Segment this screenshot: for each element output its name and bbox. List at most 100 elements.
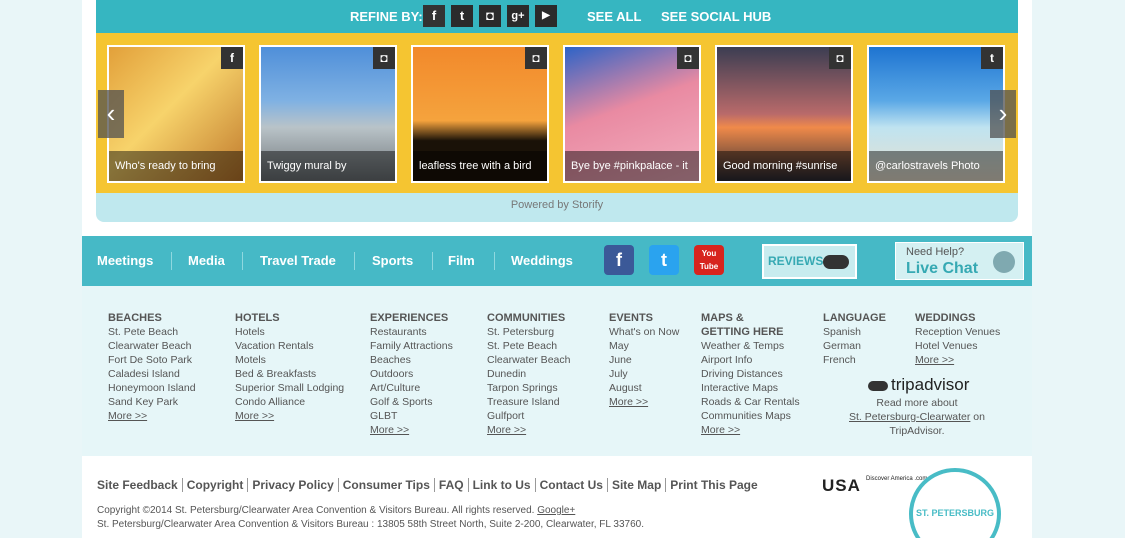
sitemap-link[interactable]: Honeymoon Island [108, 381, 196, 395]
tripadvisor-link[interactable]: St. Petersburg-Clearwater [849, 411, 970, 423]
more-link[interactable]: More >> [235, 409, 344, 423]
sitemap-link[interactable]: Superior Small Lodging [235, 381, 344, 395]
sitemap-link[interactable]: Treasure Island [487, 395, 570, 409]
sitemap-link[interactable]: Motels [235, 353, 344, 367]
sitemap-link[interactable]: Art/Culture [370, 381, 453, 395]
footer-sitemap: BEACHES St. Pete Beach Clearwater Beach … [82, 286, 1032, 456]
sitemap-link[interactable]: Caladesi Island [108, 367, 196, 381]
sitemap-link[interactable]: Airport Info [701, 353, 800, 367]
sitemap-link[interactable]: Communities Maps [701, 409, 800, 423]
more-link[interactable]: More >> [609, 395, 679, 409]
footer-link-print-page[interactable]: Print This Page [666, 478, 761, 492]
nav-weddings[interactable]: Weddings [511, 253, 573, 268]
tripadvisor-logo[interactable]: tripadvisor [868, 375, 969, 395]
nav-travel-trade[interactable]: Travel Trade [260, 253, 336, 268]
column-title: MAPS & [701, 312, 744, 324]
footer-link-consumer-tips[interactable]: Consumer Tips [339, 478, 435, 492]
nav-film[interactable]: Film [448, 253, 475, 268]
sitemap-link[interactable]: Restaurants [370, 325, 453, 339]
sitemap-link[interactable]: Family Attractions [370, 339, 453, 353]
instagram-icon: ◘ [677, 47, 699, 69]
footer-link-link-to-us[interactable]: Link to Us [469, 478, 536, 492]
sitemap-column-beaches: BEACHES St. Pete Beach Clearwater Beach … [108, 311, 196, 423]
story-card[interactable]: Good morning #sunrise ◘ [715, 45, 853, 183]
sitemap-link[interactable]: Spanish [823, 325, 886, 339]
sitemap-link[interactable]: Hotels [235, 325, 344, 339]
more-link[interactable]: More >> [370, 423, 453, 437]
more-link[interactable]: More >> [108, 409, 196, 423]
story-card[interactable]: Bye bye #pinkpalace - it ◘ [563, 45, 701, 183]
sitemap-link[interactable]: Beaches [370, 353, 453, 367]
story-caption: Who's ready to bring [109, 151, 243, 181]
more-link[interactable]: More >> [915, 353, 1000, 367]
nav-sports[interactable]: Sports [372, 253, 413, 268]
discover-america-logo[interactable]: USA Discover America .com [822, 476, 927, 496]
see-social-hub-link[interactable]: SEE SOCIAL HUB [661, 9, 771, 24]
see-all-link[interactable]: SEE ALL [587, 9, 641, 24]
live-chat-button[interactable]: Need Help? Live Chat [895, 242, 1024, 280]
sitemap-link[interactable]: Driving Distances [701, 367, 800, 381]
sitemap-link[interactable]: Reception Venues [915, 325, 1000, 339]
story-card[interactable]: @carlostravels Photo t [867, 45, 1005, 183]
sitemap-link[interactable]: German [823, 339, 886, 353]
sitemap-link[interactable]: May [609, 339, 679, 353]
more-link[interactable]: More >> [701, 423, 800, 437]
more-link[interactable]: More >> [487, 423, 570, 437]
sitemap-link[interactable]: Hotel Venues [915, 339, 1000, 353]
sitemap-link[interactable]: Interactive Maps [701, 381, 800, 395]
sitemap-link[interactable]: Vacation Rentals [235, 339, 344, 353]
story-card[interactable]: Twiggy mural by ◘ [259, 45, 397, 183]
footer-link-contact-us[interactable]: Contact Us [536, 478, 608, 492]
footer-link-site-map[interactable]: Site Map [608, 478, 667, 492]
column-title: EVENTS [609, 312, 654, 324]
sitemap-link[interactable]: What's on Now [609, 325, 679, 339]
carousel-prev-arrow-icon[interactable]: ‹ [98, 90, 124, 138]
sitemap-link[interactable]: Fort De Soto Park [108, 353, 196, 367]
story-card[interactable]: leafless tree with a bird ◘ [411, 45, 549, 183]
nav-media[interactable]: Media [188, 253, 225, 268]
story-caption: Bye bye #pinkpalace - it [565, 151, 699, 181]
facebook-icon[interactable]: f [604, 245, 634, 275]
sitemap-link[interactable]: St. Pete Beach [487, 339, 570, 353]
sitemap-link[interactable]: Clearwater Beach [108, 339, 196, 353]
reviews-label: REVIEWS [768, 254, 824, 268]
sitemap-link[interactable]: Outdoors [370, 367, 453, 381]
story-caption: Twiggy mural by [261, 151, 395, 181]
footer-link-privacy-policy[interactable]: Privacy Policy [248, 478, 339, 492]
sitemap-link[interactable]: St. Pete Beach [108, 325, 196, 339]
instagram-icon[interactable]: ◘ [479, 5, 501, 27]
carousel-next-arrow-icon[interactable]: › [990, 90, 1016, 138]
sitemap-link[interactable]: July [609, 367, 679, 381]
sitemap-link[interactable]: Sand Key Park [108, 395, 196, 409]
sitemap-link[interactable]: June [609, 353, 679, 367]
sitemap-link[interactable]: Condo Alliance [235, 395, 344, 409]
footer-link-site-feedback[interactable]: Site Feedback [97, 478, 183, 492]
google-plus-link[interactable]: Google+ [537, 505, 575, 516]
story-card[interactable]: Who's ready to bring f [107, 45, 245, 183]
sitemap-link[interactable]: Golf & Sports [370, 395, 453, 409]
address-text: St. Petersburg/Clearwater Area Conventio… [97, 519, 644, 530]
sitemap-link[interactable]: Gulfport [487, 409, 570, 423]
sitemap-link[interactable]: Roads & Car Rentals [701, 395, 800, 409]
sitemap-link[interactable]: French [823, 353, 886, 367]
google-plus-icon[interactable]: g+ [507, 5, 529, 27]
sitemap-link[interactable]: Weather & Temps [701, 339, 800, 353]
youtube-icon[interactable]: You Tube [694, 245, 724, 275]
sitemap-link[interactable]: Dunedin [487, 367, 570, 381]
footer-link-copyright[interactable]: Copyright [183, 478, 249, 492]
youtube-icon[interactable]: ▶ [535, 5, 557, 27]
nav-meetings[interactable]: Meetings [97, 253, 153, 268]
twitter-icon[interactable]: t [451, 5, 473, 27]
sitemap-link[interactable]: St. Petersburg [487, 325, 570, 339]
sitemap-link[interactable]: August [609, 381, 679, 395]
facebook-icon[interactable]: f [423, 5, 445, 27]
tripadvisor-owl-icon [868, 380, 888, 391]
footer-link-faq[interactable]: FAQ [435, 478, 469, 492]
powered-by-storify[interactable]: Powered by Storify [96, 199, 1018, 211]
sitemap-link[interactable]: Tarpon Springs [487, 381, 570, 395]
sitemap-link[interactable]: Clearwater Beach [487, 353, 570, 367]
sitemap-link[interactable]: Bed & Breakfasts [235, 367, 344, 381]
twitter-icon[interactable]: t [649, 245, 679, 275]
reviews-button[interactable]: REVIEWS [762, 244, 857, 279]
sitemap-link[interactable]: GLBT [370, 409, 453, 423]
